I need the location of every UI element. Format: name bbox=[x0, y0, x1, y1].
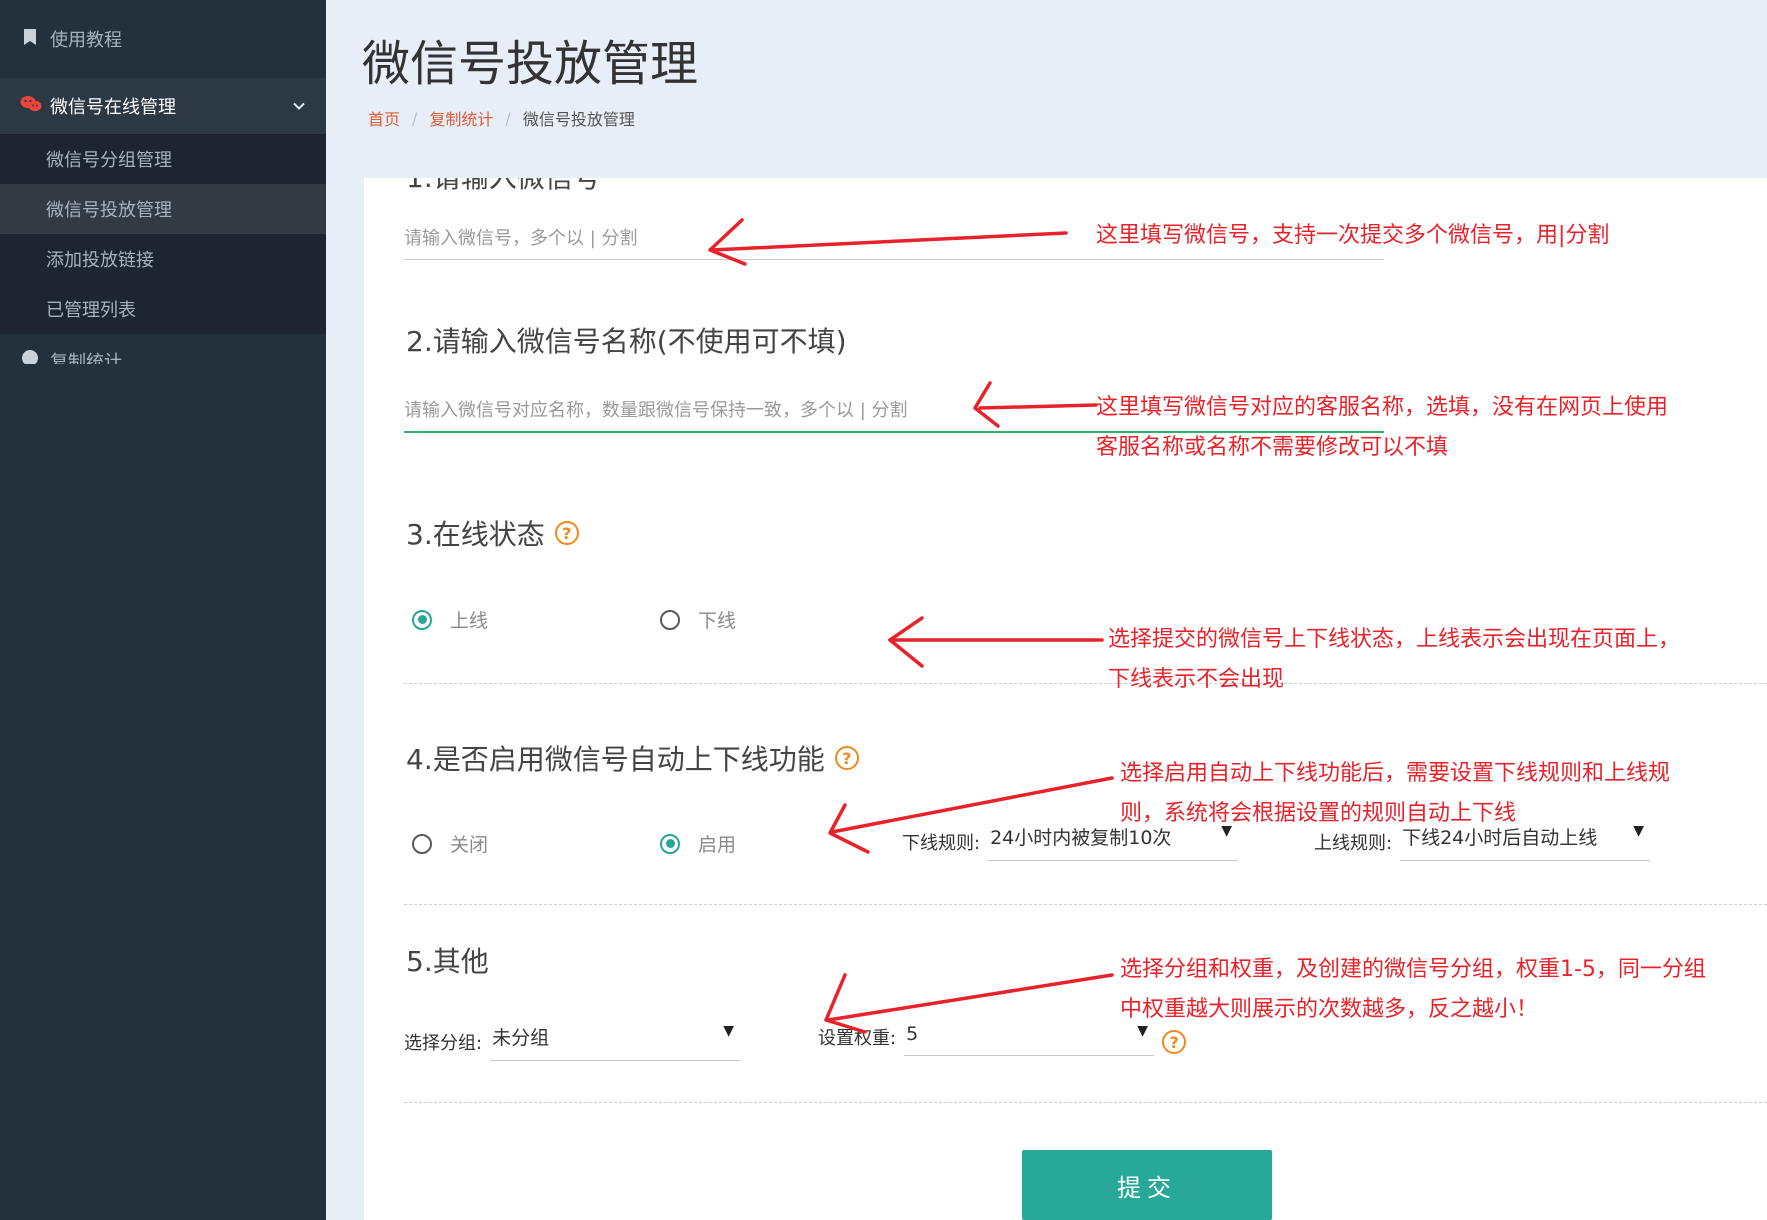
breadcrumb-home[interactable]: 首页 bbox=[368, 106, 400, 130]
sidebar-item-tutorial[interactable]: 使用教程 bbox=[0, 0, 326, 78]
sidebar-item-label: 复制统计 bbox=[50, 352, 122, 364]
annotation-3: 选择提交的微信号上下线状态，上线表示会出现在页面上， 下线表示不会出现 bbox=[1108, 627, 1681, 692]
wechat-icon bbox=[20, 95, 42, 118]
radio-checked-icon bbox=[412, 609, 432, 630]
section1-label: 1.请输入微信号 bbox=[406, 178, 601, 196]
breadcrumb: 首页 / 复制统计 / 微信号投放管理 bbox=[368, 106, 635, 130]
weight-select[interactable]: 5 ▼ bbox=[904, 1023, 1155, 1056]
help-icon[interactable]: ? bbox=[554, 521, 579, 545]
radio-online[interactable]: 上线 bbox=[412, 606, 488, 633]
section4-label: 4.是否启用微信号自动上下线功能 ? bbox=[406, 738, 859, 778]
sidebar-item-delivery-manage[interactable]: 微信号投放管理 bbox=[0, 184, 326, 234]
pie-chart-icon bbox=[20, 334, 40, 364]
sidebar-group-label: 微信号在线管理 bbox=[50, 97, 176, 118]
annotation-5: 选择分组和权重，及创建的微信号分组，权重1-5，同一分组 中权重越大则展示的次数… bbox=[1120, 957, 1706, 1022]
sidebar-item-label: 微信号分组管理 bbox=[46, 150, 172, 171]
sidebar-item-copy-stats[interactable]: 复制统计 bbox=[0, 334, 326, 364]
chevron-down-icon bbox=[292, 97, 306, 116]
help-icon[interactable]: ? bbox=[1162, 1030, 1187, 1054]
section-divider bbox=[404, 1102, 1767, 1103]
sidebar-item-label: 微信号投放管理 bbox=[46, 200, 172, 221]
group-field: 选择分组: 未分组 ▼ bbox=[404, 1023, 741, 1061]
breadcrumb-separator: / bbox=[505, 108, 511, 128]
breadcrumb-parent[interactable]: 复制统计 bbox=[429, 106, 493, 130]
section3-label: 3.在线状态 ? bbox=[406, 513, 579, 553]
radio-auto-off[interactable]: 关闭 bbox=[412, 830, 488, 857]
group-select[interactable]: 未分组 ▼ bbox=[490, 1023, 741, 1061]
sidebar-group-wechat-online[interactable]: 微信号在线管理 bbox=[0, 78, 326, 134]
radio-offline[interactable]: 下线 bbox=[660, 606, 736, 633]
sidebar: 使用教程 微信号在线管理 微信号分组管理 微信号投放管理 添加投放链接 已管理列… bbox=[0, 0, 326, 1220]
radio-auto-on[interactable]: 启用 bbox=[660, 830, 736, 857]
annotation-2: 这里填写微信号对应的客服名称，选填，没有在网页上使用 客服名称或名称不需要修改可… bbox=[1096, 395, 1669, 460]
page-title: 微信号投放管理 bbox=[362, 36, 699, 92]
sidebar-item-label: 已管理列表 bbox=[46, 300, 136, 321]
submit-button[interactable]: 提交 bbox=[1022, 1150, 1272, 1220]
sidebar-item-managed-list[interactable]: 已管理列表 bbox=[0, 284, 326, 334]
radio-unchecked-icon bbox=[412, 833, 432, 854]
breadcrumb-current: 微信号投放管理 bbox=[522, 110, 635, 129]
sidebar-item-label: 添加投放链接 bbox=[46, 250, 154, 271]
section2-label: 2.请输入微信号名称(不使用可不填) bbox=[406, 325, 847, 358]
sidebar-item-group-manage[interactable]: 微信号分组管理 bbox=[0, 134, 326, 184]
section5-label: 5.其他 bbox=[406, 945, 489, 978]
sidebar-item-label: 使用教程 bbox=[50, 30, 122, 51]
annotation-4: 选择启用自动上下线功能后，需要设置下线规则和上线规 则，系统将会根据设置的规则自… bbox=[1120, 761, 1671, 826]
radio-unchecked-icon bbox=[660, 609, 680, 630]
breadcrumb-separator: / bbox=[412, 108, 418, 128]
bookmark-icon bbox=[20, 28, 40, 51]
help-icon[interactable]: ? bbox=[834, 746, 859, 770]
radio-checked-icon bbox=[660, 833, 680, 854]
sidebar-item-add-link[interactable]: 添加投放链接 bbox=[0, 234, 326, 284]
section-divider bbox=[404, 904, 1767, 905]
annotation-1: 这里填写微信号，支持一次提交多个微信号，用|分割 bbox=[1096, 223, 1610, 248]
caret-down-icon: ▼ bbox=[723, 1023, 735, 1039]
